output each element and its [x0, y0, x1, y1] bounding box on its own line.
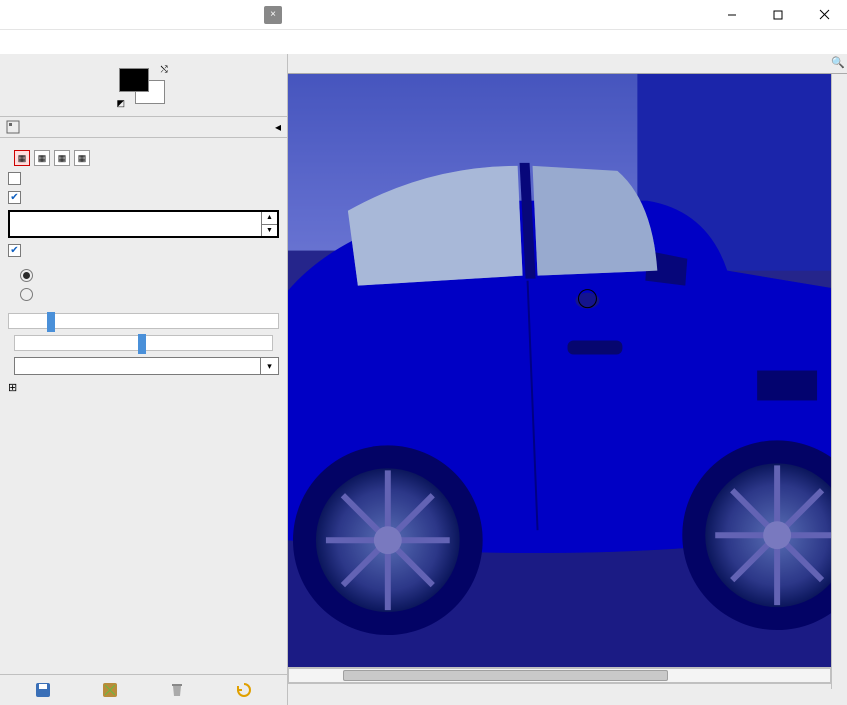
preview-color-dropdown-icon[interactable]: ▾ [260, 358, 278, 374]
menubar [296, 30, 847, 54]
tool-options-tab-icon [6, 120, 20, 134]
smoothing-slider[interactable] [14, 335, 273, 351]
mark-background-radio[interactable] [20, 288, 33, 301]
mode-intersect-icon[interactable]: ▦ [74, 150, 90, 166]
maximize-button[interactable] [755, 0, 801, 30]
feather-checkbox[interactable] [8, 191, 21, 204]
maximize-icon [773, 10, 783, 20]
close-button[interactable] [801, 0, 847, 30]
minimize-button[interactable] [709, 0, 755, 30]
image-canvas[interactable] [288, 74, 847, 667]
brush-size-slider[interactable] [8, 313, 279, 329]
foreground-color-swatch[interactable] [119, 68, 149, 92]
default-colors-icon[interactable]: ◩ [117, 98, 129, 110]
tool-options-body: ▦ ▦ ▦ ▦ ▲▼ [0, 138, 287, 674]
antialias-checkbox[interactable] [8, 172, 21, 185]
expand-icon[interactable]: ⊞ [8, 381, 17, 394]
radius-spinner[interactable]: ▲▼ [261, 212, 277, 236]
tool-grid [0, 54, 287, 62]
swap-colors-icon[interactable]: ⤭ [161, 64, 173, 76]
statusbar [288, 683, 847, 705]
minimize-icon [727, 10, 737, 20]
color-swatch-area: ◩ ⤭ [0, 62, 287, 116]
tool-options-header[interactable]: ◂ [0, 116, 287, 138]
car-render [288, 74, 847, 667]
tool-options-bottom-bar [0, 674, 287, 705]
contiguous-checkbox[interactable] [8, 244, 21, 257]
dock-menu-icon[interactable]: ◂ [275, 120, 281, 134]
mode-subtract-icon[interactable]: ▦ [54, 150, 70, 166]
radius-input[interactable] [10, 212, 259, 236]
preview-color-select[interactable] [15, 358, 260, 374]
horizontal-ruler[interactable]: 🔍 [288, 54, 847, 74]
delete-options-icon[interactable] [168, 681, 186, 699]
horizontal-scrollbar[interactable] [288, 668, 831, 683]
mode-add-icon[interactable]: ▦ [34, 150, 50, 166]
save-options-icon[interactable] [34, 681, 52, 699]
canvas-area: 🔍 [288, 54, 847, 705]
close-icon [819, 9, 830, 20]
zoom-corner-icon[interactable]: 🔍 [831, 56, 845, 69]
restore-options-icon[interactable] [101, 681, 119, 699]
toolbox-panel: ◩ ⤭ ◂ ▦ ▦ ▦ ▦ [0, 54, 288, 705]
vertical-scrollbar[interactable] [831, 74, 847, 689]
reset-options-icon[interactable] [235, 681, 253, 699]
mark-foreground-radio[interactable] [20, 269, 33, 282]
mode-replace-icon[interactable]: ▦ [14, 150, 30, 166]
toolbox-close-icon[interactable]: × [264, 6, 282, 24]
